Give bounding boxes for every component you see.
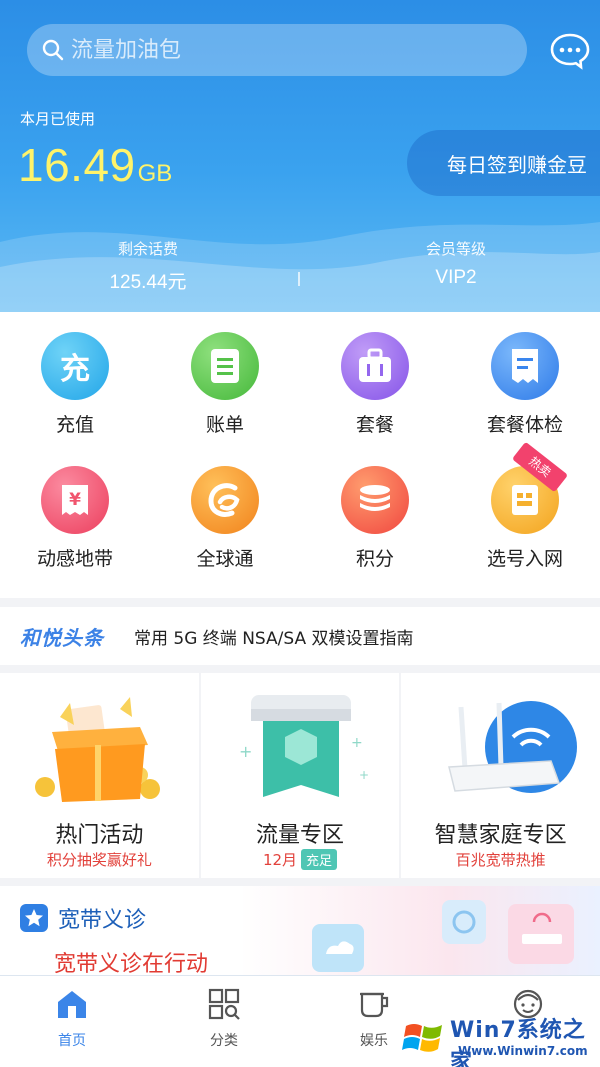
promo-title: 智慧家庭专区 <box>434 823 567 848</box>
star-badge-icon <box>20 904 48 932</box>
grid-item-gotone[interactable]: 全球通 <box>150 466 300 571</box>
grid-item-label: 套餐体检 <box>486 414 563 436</box>
promo-subtitle: 百兆宽带热推 <box>455 851 546 869</box>
tab-label: 首页 <box>58 1033 86 1049</box>
svg-text:+: + <box>359 768 369 782</box>
gotone-icon <box>191 466 259 534</box>
grid-item-bill[interactable]: 账单 <box>150 332 300 437</box>
news-brand: 和悦头条 <box>20 625 104 650</box>
promo-title: 流量专区 <box>256 823 345 848</box>
data-used-number: 16.49 <box>18 139 136 191</box>
search-input[interactable] <box>71 37 491 63</box>
grid-item-label: 全球通 <box>196 548 254 570</box>
grid-item-label: 充值 <box>55 414 94 436</box>
grid-item-label: 选号入网 <box>486 548 563 570</box>
balance-value: 125.44元 <box>109 272 187 293</box>
promo-row: 热门活动 积分抽奖赢好礼 + + + 流量专区 12月 充足 智慧家庭专区 百兆宽… <box>0 673 600 878</box>
promo-badge: 充足 <box>301 849 338 870</box>
home-icon <box>58 991 86 1018</box>
svg-text:+: + <box>239 742 252 761</box>
search-icon <box>42 39 64 61</box>
function-grid: 充 充值 账单 套餐 套餐体检 ¥ 动感地带 全球通 积分 热卖 选号入网 <box>0 312 600 598</box>
search-bar[interactable] <box>27 24 527 76</box>
tab-category[interactable]: 分类 <box>184 988 264 1050</box>
member-level-label: 会员等级 <box>425 240 486 258</box>
gift-box-icon <box>35 697 160 802</box>
promo-subtitle: 12月 充足 <box>201 849 400 870</box>
bill-icon <box>191 332 259 400</box>
grid-item-label: 积分 <box>355 548 394 570</box>
svg-text:+: + <box>351 735 363 751</box>
promo-data-zone[interactable]: + + + 流量专区 12月 充足 <box>200 673 400 878</box>
member-level-stat[interactable]: 会员等级 VIP2 <box>356 238 556 289</box>
promo-smart-home[interactable]: 智慧家庭专区 百兆宽带热推 <box>401 673 600 878</box>
header: 本月已使用 16.49GB 每日签到赚金豆 剩余话费 125.44元 会员等级 … <box>0 0 600 312</box>
grid-item-recharge[interactable]: 充 充值 <box>0 332 150 437</box>
watermark-url: Www.Winwin7.com <box>458 1044 588 1058</box>
plan-check-icon <box>491 332 559 400</box>
windows-logo-icon <box>402 1024 442 1052</box>
promo-month: 12月 <box>262 851 298 869</box>
plan-icon <box>341 332 409 400</box>
daily-checkin-label: 每日签到赚金豆 <box>447 152 587 177</box>
daily-checkin-button[interactable]: 每日签到赚金豆 <box>407 130 600 196</box>
promo-title: 热门活动 <box>55 823 144 848</box>
balance-stat[interactable]: 剩余话费 125.44元 <box>48 238 248 294</box>
broadband-banner[interactable]: 宽带义诊 宽带义诊在行动 <box>0 886 600 976</box>
grid-item-label: 动感地带 <box>36 548 113 570</box>
data-used-label: 本月已使用 <box>20 110 96 128</box>
recharge-icon: 充 <box>41 332 109 400</box>
news-headline[interactable]: 常用 5G 终端 NSA/SA 双模设置指南 <box>134 624 414 649</box>
watermark-text: Win7系统之家 <box>450 1018 586 1067</box>
stat-divider <box>298 272 300 286</box>
promo-hot-activities[interactable]: 热门活动 积分抽奖赢好礼 <box>0 673 199 878</box>
router-icon <box>448 701 578 793</box>
tab-home[interactable]: 首页 <box>32 988 112 1050</box>
entertainment-icon <box>360 992 389 1018</box>
broadband-subtitle: 宽带义诊在行动 <box>54 952 209 976</box>
data-used-value[interactable]: 16.49GB <box>18 138 172 192</box>
data-printer-icon: + + + <box>239 695 369 797</box>
member-level-value: VIP2 <box>435 267 477 288</box>
grid-item-plan[interactable]: 套餐 <box>300 332 450 437</box>
category-icon <box>208 988 240 1020</box>
grid-item-mzone[interactable]: ¥ 动感地带 <box>0 466 150 571</box>
message-icon[interactable] <box>550 32 590 70</box>
broadband-illustration <box>312 900 574 972</box>
data-used-unit: GB <box>137 160 173 187</box>
grid-item-plan-check[interactable]: 套餐体检 <box>450 332 600 437</box>
promo-subtitle: 积分抽奖赢好礼 <box>46 851 152 869</box>
grid-item-points[interactable]: 积分 <box>300 466 450 571</box>
grid-item-label: 套餐 <box>355 414 394 436</box>
points-icon <box>341 466 409 534</box>
broadband-title: 宽带义诊 <box>58 908 147 933</box>
grid-item-label: 账单 <box>205 414 244 436</box>
mzone-icon: ¥ <box>41 466 109 534</box>
balance-label: 剩余话费 <box>117 240 178 258</box>
news-bar[interactable]: 和悦头条 常用 5G 终端 NSA/SA 双模设置指南 <box>0 607 600 665</box>
watermark: Win7系统之家 Www.Winwin7.com <box>398 1012 598 1067</box>
tab-label: 分类 <box>210 1033 238 1049</box>
svg-text:¥: ¥ <box>69 490 81 510</box>
grid-item-choose-number[interactable]: 热卖 选号入网 <box>450 441 600 571</box>
choose-number-icon: 热卖 <box>491 441 569 534</box>
